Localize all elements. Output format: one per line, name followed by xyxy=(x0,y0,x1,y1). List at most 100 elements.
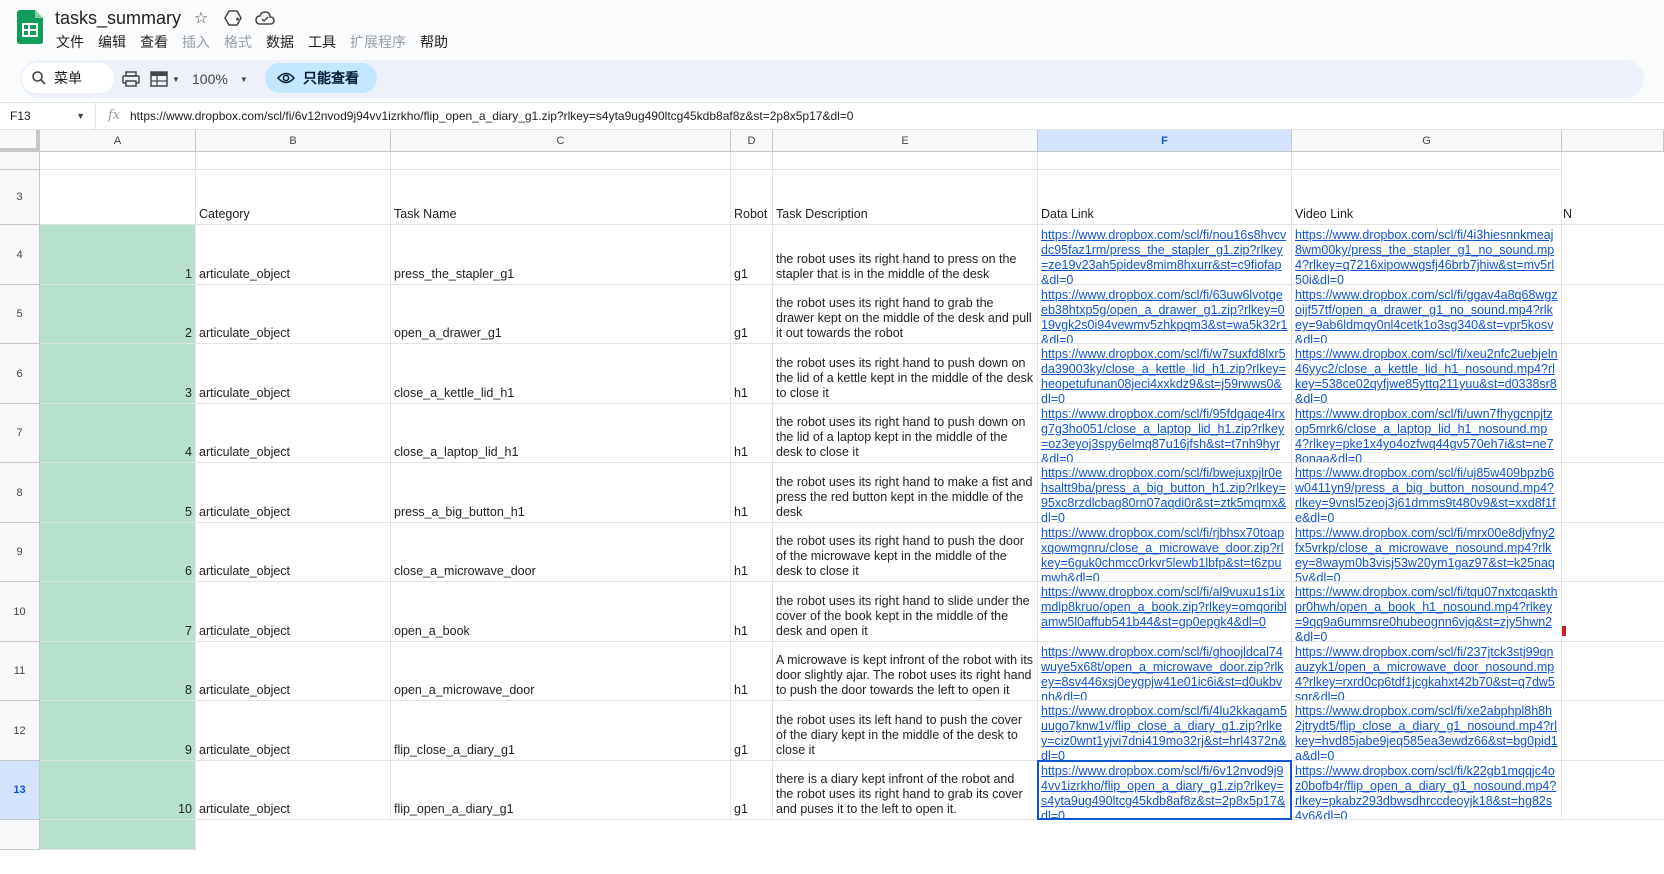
sheets-logo-icon[interactable] xyxy=(17,10,43,44)
menu-item[interactable]: 插入 xyxy=(181,31,217,53)
data-link[interactable]: https://www.dropbox.com/scl/fi/ghoojldca… xyxy=(1041,645,1288,700)
data-link[interactable]: https://www.dropbox.com/scl/fi/rjbhsx70t… xyxy=(1041,526,1288,581)
table-cell[interactable]: articulate_object xyxy=(196,761,391,820)
table-cell[interactable]: h1 xyxy=(731,582,773,642)
table-cell[interactable]: 3 xyxy=(40,344,196,404)
table-cell[interactable]: https://www.dropbox.com/scl/fi/rjbhsx70t… xyxy=(1038,523,1292,582)
header-cell[interactable]: Robot xyxy=(731,170,773,225)
row-header[interactable]: 6 xyxy=(0,344,40,404)
table-cell[interactable]: https://www.dropbox.com/scl/fi/uwn7fhygc… xyxy=(1292,404,1562,463)
video-link[interactable]: https://www.dropbox.com/scl/fi/xeu2nfc2u… xyxy=(1295,347,1558,403)
table-cell[interactable]: the robot uses its right hand to make a … xyxy=(773,463,1038,523)
data-link[interactable]: https://www.dropbox.com/scl/fi/bwejuxpjl… xyxy=(1041,466,1288,522)
table-cell[interactable]: close_a_laptop_lid_h1 xyxy=(391,404,731,463)
name-box[interactable]: F13 ▼ xyxy=(0,103,96,129)
column-header-d[interactable]: D xyxy=(731,130,773,152)
data-link[interactable]: https://www.dropbox.com/scl/fi/w7suxfd8l… xyxy=(1041,347,1288,403)
video-link[interactable]: https://www.dropbox.com/scl/fi/mrx00e8dj… xyxy=(1295,526,1558,581)
menu-item[interactable]: 格式 xyxy=(223,31,259,53)
spreadsheet-grid[interactable]: A B C D E F G 3 Category Task Name Robot Task Descr… xyxy=(0,130,1664,874)
table-cell-overflow[interactable] xyxy=(1562,701,1664,761)
table-cell[interactable]: https://www.dropbox.com/scl/fi/6v12nvod9… xyxy=(1038,761,1292,820)
table-cell[interactable]: https://www.dropbox.com/scl/fi/al9vuxu1s… xyxy=(1038,582,1292,642)
menu-item[interactable]: 工具 xyxy=(307,31,343,53)
video-link[interactable]: https://www.dropbox.com/scl/fi/uj85w409b… xyxy=(1295,466,1558,522)
menu-item[interactable]: 查看 xyxy=(139,31,175,53)
grid-cell[interactable] xyxy=(40,152,196,170)
row-header[interactable]: 7 xyxy=(0,404,40,463)
table-cell[interactable]: 9 xyxy=(40,701,196,761)
table-cell[interactable]: h1 xyxy=(731,523,773,582)
table-cell[interactable]: open_a_microwave_door xyxy=(391,642,731,701)
data-link[interactable]: https://www.dropbox.com/scl/fi/4lu2kkaga… xyxy=(1041,704,1288,760)
header-cell[interactable]: Data Link xyxy=(1038,170,1292,225)
table-cell[interactable]: https://www.dropbox.com/scl/fi/nou16s8hv… xyxy=(1038,225,1292,285)
menu-item[interactable]: 文件 xyxy=(55,31,91,53)
table-cell[interactable]: articulate_object xyxy=(196,225,391,285)
table-cell[interactable]: press_the_stapler_g1 xyxy=(391,225,731,285)
table-cell[interactable]: articulate_object xyxy=(196,582,391,642)
video-link[interactable]: https://www.dropbox.com/scl/fi/4i3hiesnn… xyxy=(1295,228,1558,284)
data-link[interactable]: https://www.dropbox.com/scl/fi/nou16s8hv… xyxy=(1041,228,1288,284)
column-header-f[interactable]: F xyxy=(1038,130,1292,152)
table-cell[interactable]: articulate_object xyxy=(196,701,391,761)
grid-cell[interactable] xyxy=(1038,152,1292,170)
table-cell[interactable]: h1 xyxy=(731,404,773,463)
grid-cell[interactable] xyxy=(1292,152,1562,170)
row-header[interactable]: 13 xyxy=(0,761,40,820)
table-cell[interactable]: 1 xyxy=(40,225,196,285)
table-cell-overflow[interactable] xyxy=(1562,225,1664,285)
table-cell[interactable]: h1 xyxy=(731,344,773,404)
table-cell[interactable]: the robot uses its right hand to slide u… xyxy=(773,582,1038,642)
table-cell[interactable]: https://www.dropbox.com/scl/fi/xeu2nfc2u… xyxy=(1292,344,1562,404)
cloud-status-icon[interactable] xyxy=(254,8,276,28)
data-link[interactable]: https://www.dropbox.com/scl/fi/al9vuxu1s… xyxy=(1041,585,1288,630)
data-link[interactable]: https://www.dropbox.com/scl/fi/6v12nvod9… xyxy=(1041,764,1288,819)
table-cell[interactable]: g1 xyxy=(731,701,773,761)
table-cell[interactable]: 10 xyxy=(40,761,196,820)
move-to-drive-icon[interactable] xyxy=(222,8,244,28)
table-cell[interactable]: https://www.dropbox.com/scl/fi/ggav4a8q6… xyxy=(1292,285,1562,344)
table-cell[interactable]: https://www.dropbox.com/scl/fi/k22gb1mqq… xyxy=(1292,761,1562,820)
table-cell-overflow[interactable] xyxy=(1562,761,1664,820)
table-cell[interactable]: https://www.dropbox.com/scl/fi/uj85w409b… xyxy=(1292,463,1562,523)
column-header-b[interactable]: B xyxy=(196,130,391,152)
data-link[interactable]: https://www.dropbox.com/scl/fi/63uw6lvot… xyxy=(1041,288,1288,343)
table-cell[interactable] xyxy=(40,820,196,850)
table-cell[interactable]: https://www.dropbox.com/scl/fi/4i3hiesnn… xyxy=(1292,225,1562,285)
row-header[interactable]: 12 xyxy=(0,701,40,761)
table-cell[interactable]: https://www.dropbox.com/scl/fi/4lu2kkaga… xyxy=(1038,701,1292,761)
table-cell[interactable]: flip_open_a_diary_g1 xyxy=(391,761,731,820)
table-cell[interactable]: articulate_object xyxy=(196,404,391,463)
table-cell-overflow[interactable] xyxy=(1562,344,1664,404)
video-link[interactable]: https://www.dropbox.com/scl/fi/uwn7fhygc… xyxy=(1295,407,1558,462)
table-cell[interactable]: 5 xyxy=(40,463,196,523)
star-icon[interactable]: ☆ xyxy=(190,8,212,28)
table-cell[interactable]: A microwave is kept infront of the robot… xyxy=(773,642,1038,701)
freeze-view-button[interactable]: ▼ xyxy=(150,68,180,90)
column-header-a[interactable]: A xyxy=(40,130,196,152)
menu-item[interactable]: 帮助 xyxy=(419,31,455,53)
table-cell[interactable]: g1 xyxy=(731,225,773,285)
table-cell[interactable]: https://www.dropbox.com/scl/fi/63uw6lvot… xyxy=(1038,285,1292,344)
header-cell-overflow[interactable]: N xyxy=(1562,170,1664,225)
table-cell[interactable]: the robot uses its right hand to push do… xyxy=(773,344,1038,404)
column-header-partial[interactable] xyxy=(1562,130,1664,152)
table-cell[interactable]: open_a_drawer_g1 xyxy=(391,285,731,344)
table-cell[interactable]: the robot uses its right hand to push th… xyxy=(773,523,1038,582)
table-cell[interactable]: 2 xyxy=(40,285,196,344)
column-header-e[interactable]: E xyxy=(773,130,1038,152)
row-header-partial[interactable] xyxy=(0,820,40,850)
row-header[interactable]: 10 xyxy=(0,582,40,642)
row-header[interactable]: 5 xyxy=(0,285,40,344)
grid-cell[interactable] xyxy=(731,152,773,170)
video-link[interactable]: https://www.dropbox.com/scl/fi/k22gb1mqq… xyxy=(1295,764,1558,819)
table-cell[interactable]: https://www.dropbox.com/scl/fi/w7suxfd8l… xyxy=(1038,344,1292,404)
table-cell[interactable]: https://www.dropbox.com/scl/fi/ghoojldca… xyxy=(1038,642,1292,701)
table-cell[interactable]: the robot uses its right hand to grab th… xyxy=(773,285,1038,344)
table-cell-overflow[interactable] xyxy=(1562,404,1664,463)
formula-input[interactable]: https://www.dropbox.com/scl/fi/6v12nvod9… xyxy=(130,109,853,123)
table-cell[interactable]: h1 xyxy=(731,642,773,701)
table-cell-overflow[interactable] xyxy=(1562,642,1664,701)
row-header-3[interactable]: 3 xyxy=(0,170,40,225)
